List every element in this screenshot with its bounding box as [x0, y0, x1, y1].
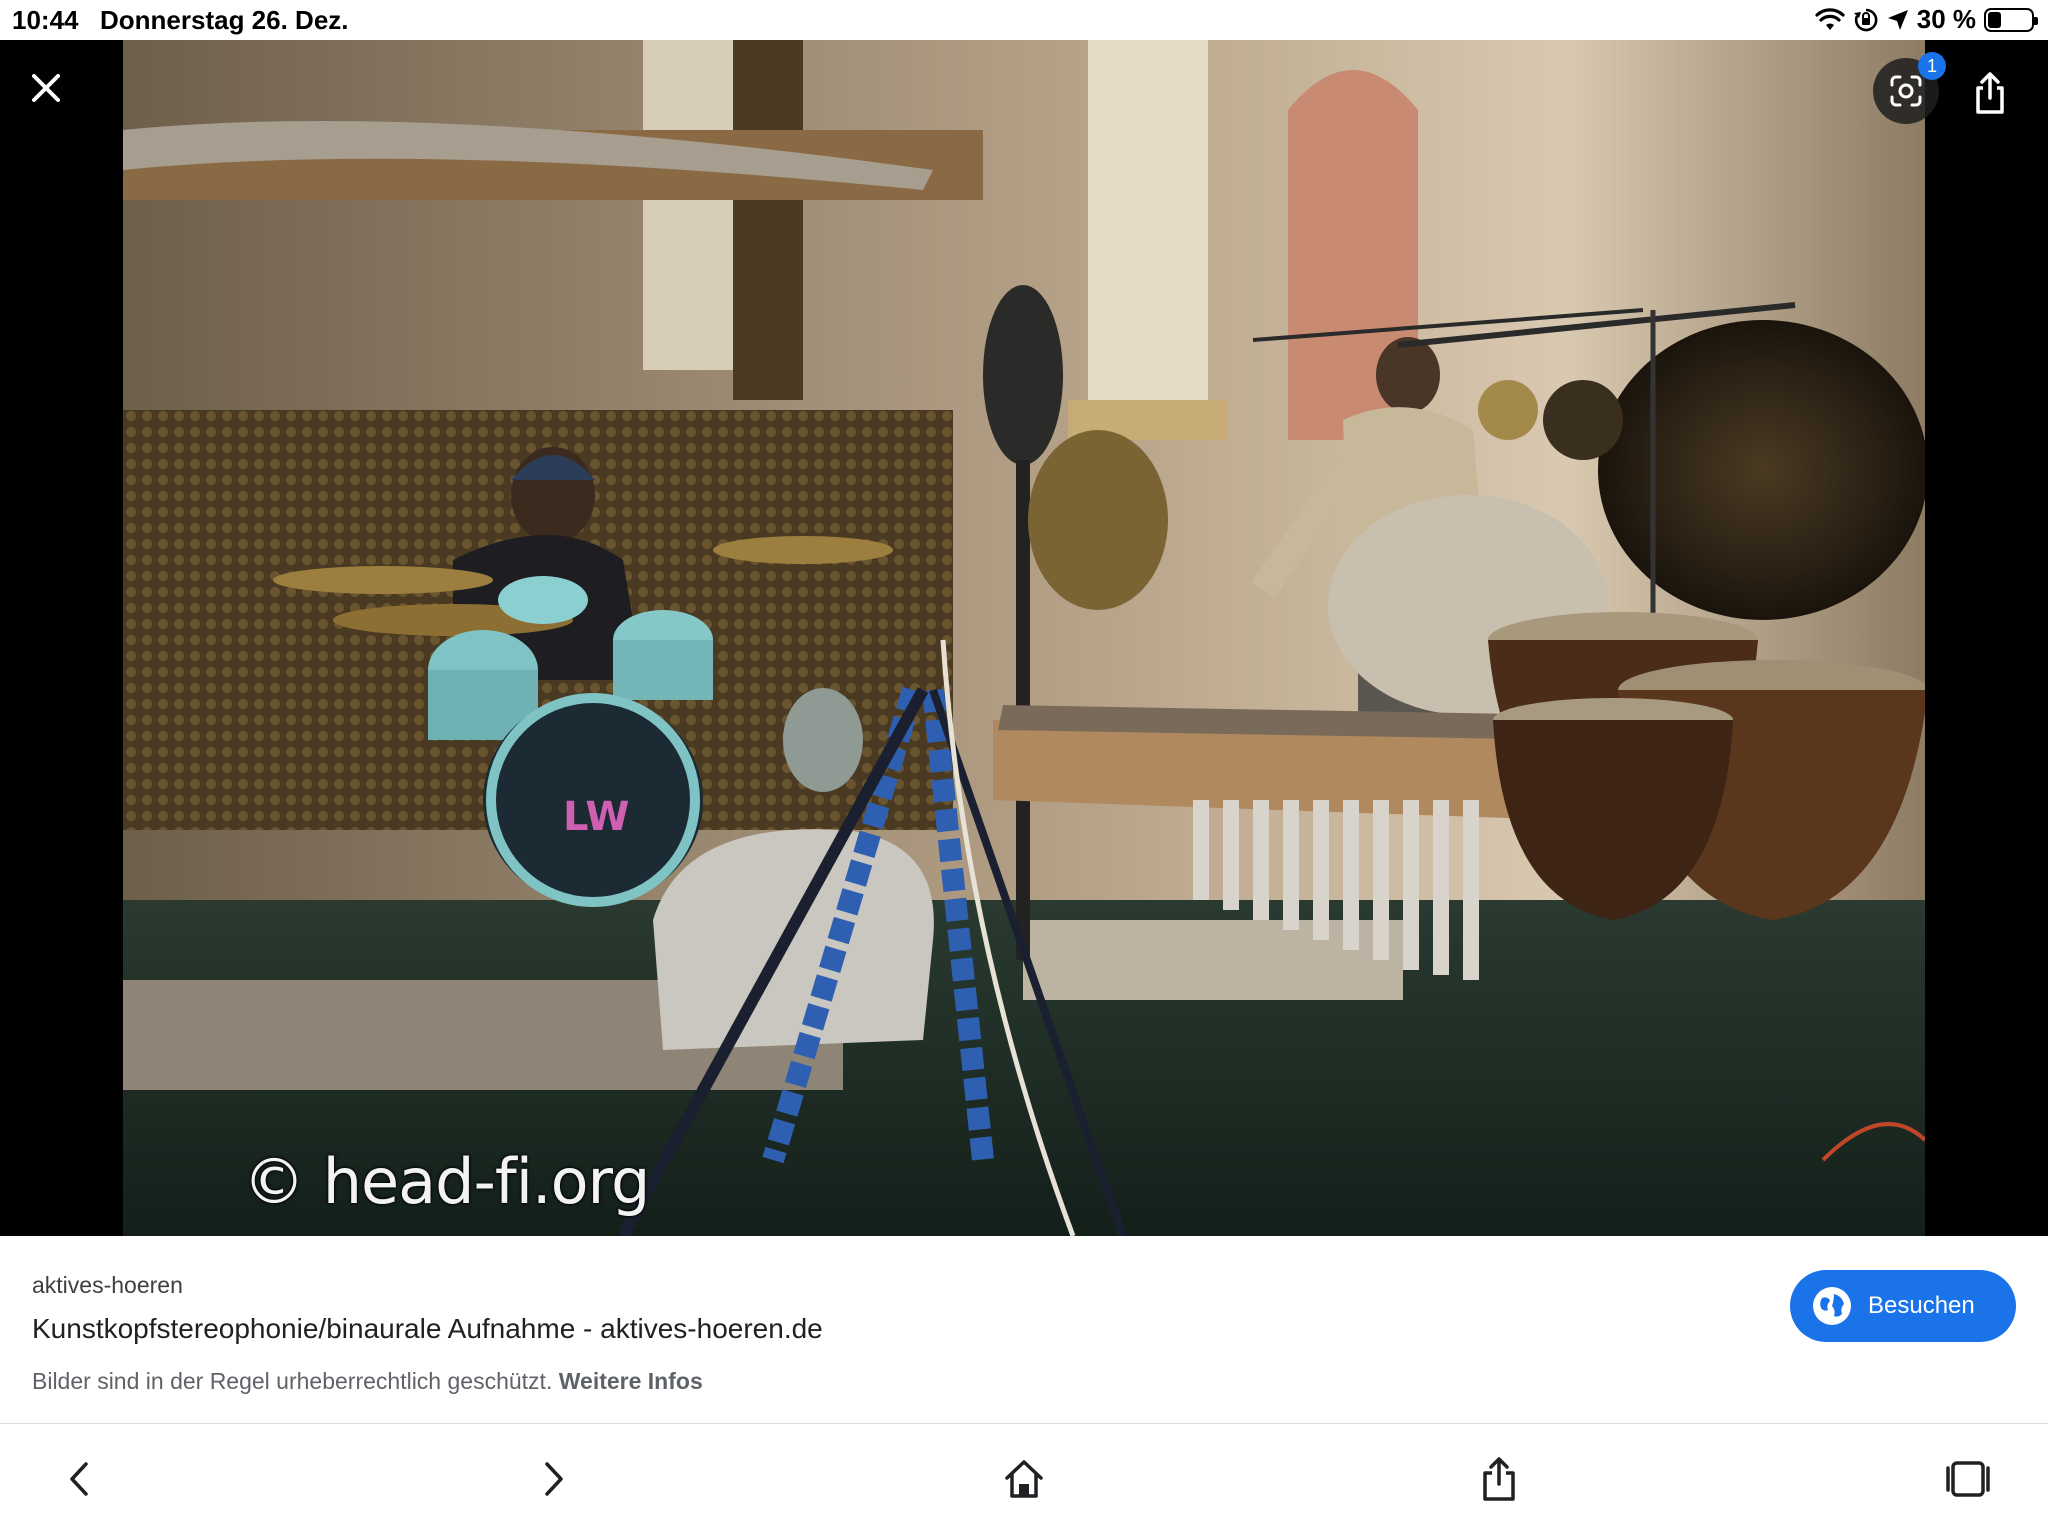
source-name[interactable]: aktives-hoeren: [32, 1272, 183, 1299]
status-date: Donnerstag 26. Dez.: [100, 5, 349, 35]
battery-fill: [1988, 11, 2001, 28]
back-icon[interactable]: [55, 1454, 105, 1504]
result-info-panel: aktives-hoeren Kunstkopfstereophonie/bin…: [0, 1236, 2048, 1424]
battery-percent: 30 %: [1916, 4, 1976, 34]
bottom-toolbar: [0, 1424, 2048, 1536]
preview-image[interactable]: LW © head-fi.org: [123, 40, 1925, 1236]
more-info-link[interactable]: Weitere Infos: [559, 1368, 703, 1394]
status-time: 10:44: [12, 5, 79, 35]
watermark: © head-fi.org: [243, 1145, 650, 1218]
close-icon[interactable]: [26, 68, 66, 108]
studio-photo: LW: [123, 40, 1925, 1236]
orientation-lock-icon: [1853, 8, 1878, 31]
copyright-text: Bilder sind in der Regel urheberrechtlic…: [32, 1368, 553, 1394]
tabs-icon[interactable]: [1943, 1454, 1993, 1504]
wifi-icon: [1815, 7, 1845, 30]
battery-icon: [1984, 7, 2038, 32]
visit-button[interactable]: Besuchen: [1790, 1270, 2016, 1342]
forward-icon[interactable]: [528, 1454, 578, 1504]
status-right: 30 %: [1815, 4, 2038, 35]
share-icon[interactable]: [1970, 70, 2010, 116]
copyright-notice: Bilder sind in der Regel urheberrechtlic…: [32, 1368, 703, 1395]
visit-button-label: Besuchen: [1868, 1292, 1975, 1319]
home-icon[interactable]: [999, 1454, 1049, 1504]
image-viewer: LW © head-fi.org 1: [0, 40, 2048, 1236]
location-arrow-icon: [1887, 9, 1908, 30]
status-bar: 10:44 Donnerstag 26. Dez. 30 %: [0, 0, 2048, 40]
share-icon[interactable]: [1474, 1454, 1524, 1504]
result-title[interactable]: Kunstkopfstereophonie/binaurale Aufnahme…: [32, 1313, 823, 1345]
svg-text:LW: LW: [563, 794, 630, 840]
globe-icon: [1813, 1287, 1851, 1325]
lens-badge: 1: [1918, 52, 1946, 80]
google-lens-icon: [1890, 75, 1922, 107]
